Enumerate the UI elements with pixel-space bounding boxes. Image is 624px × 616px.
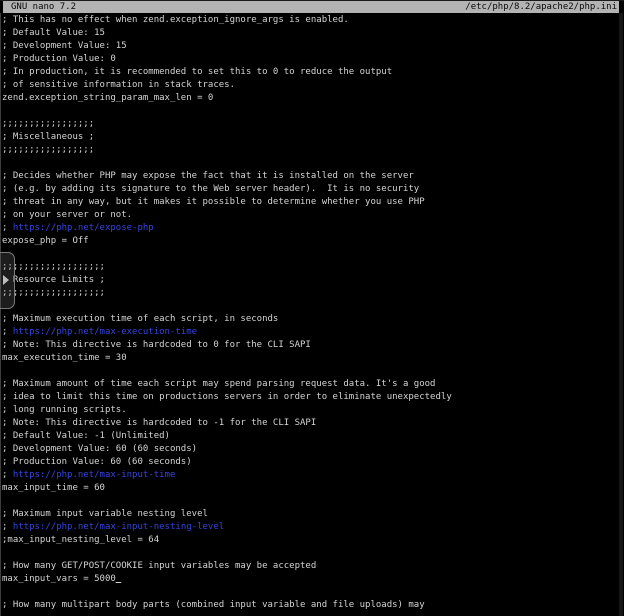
line-text: ; Resource Limits ; [2,275,105,285]
line-text: ;;;;;;;;;;;;;;;;;;; [2,288,105,298]
line-text: ; long running scripts. [2,405,127,415]
editor-line: ; This has no effect when zend.exception… [2,14,624,27]
comment-prefix: ; [2,470,13,480]
line-text: ; Default Value: 15 [2,28,105,38]
php-doc-link[interactable]: https://php.net/max-input-time [13,470,176,480]
php-doc-link[interactable]: https://php.net/expose-php [13,223,154,233]
line-text: ; Development Value: 15 [2,41,127,51]
editor-line: ; Development Value: 15 [2,40,624,53]
app-version-label: GNU nano 7.2 [11,1,76,13]
line-text: ;;;;;;;;;;;;;;;;;;; [2,262,105,272]
editor-line [2,586,624,599]
line-text: ; How many multipart body parts (combine… [2,600,425,610]
editor-line [2,248,624,261]
file-path-label: /etc/php/8.2/apache2/php.ini [465,1,617,13]
editor-line [2,105,624,118]
line-text: ; In production, it is recommended to se… [2,67,392,77]
line-text: zend.exception_string_param_max_len = 0 [2,93,213,103]
line-text: ; Maximum execution time of each script,… [2,314,278,324]
editor-line: ; Note: This directive is hardcoded to 0… [2,339,624,352]
editor-line: ; Production Value: 60 (60 seconds) [2,456,624,469]
editor-line: ; Maximum amount of time each script may… [2,378,624,391]
line-text: ;;;;;;;;;;;;;;;;; [2,145,94,155]
editor-line: ; https://php.net/max-input-time [2,469,624,482]
editor-line: ; How many GET/POST/COOKIE input variabl… [2,560,624,573]
editor-line: max_input_vars = 5000_ [2,573,624,586]
editor-line: ; Miscellaneous ; [2,131,624,144]
editor-line [2,495,624,508]
line-text: ; Note: This directive is hardcoded to -… [2,418,316,428]
editor-line: ; long running scripts. [2,404,624,417]
line-text: ; on your server or not. [2,210,132,220]
editor-line: ; Maximum input variable nesting level [2,508,624,521]
editor-line: ; https://php.net/expose-php [2,222,624,235]
line-text: ;max_input_nesting_level = 64 [2,535,159,545]
line-text: ; Production Value: 0 [2,54,116,64]
comment-prefix: ; [2,327,13,337]
line-text: ; This has no effect when zend.exception… [2,15,349,25]
editor-line: ; Note: This directive is hardcoded to -… [2,417,624,430]
editor-line: ;;;;;;;;;;;;;;;;; [2,144,624,157]
editor-line: ; threat in any way, but it makes it pos… [2,196,624,209]
line-text: ; Maximum input variable nesting level [2,509,208,519]
text-cursor: _ [116,574,121,584]
editor-line: max_input_time = 60 [2,482,624,495]
editor-line: ; Production Value: 0 [2,53,624,66]
editor-line: ;;;;;;;;;;;;;;;;;;; [2,261,624,274]
line-text: ; Miscellaneous ; [2,132,94,142]
editor-line: zend.exception_string_param_max_len = 0 [2,92,624,105]
editor-lines: ; This has no effect when zend.exception… [2,14,624,612]
editor-line: expose_php = Off [2,235,624,248]
editor-line: ; on your server or not. [2,209,624,222]
editor-line: ; How many multipart body parts (combine… [2,599,624,612]
position-marker-icon [3,275,9,285]
terminal-screen: GNU nano 7.2 /etc/php/8.2/apache2/php.in… [0,0,624,616]
comment-prefix: ; [2,522,13,532]
editor-line: ; In production, it is recommended to se… [2,66,624,79]
nano-titlebar: GNU nano 7.2 /etc/php/8.2/apache2/php.in… [3,1,619,13]
line-text: ; idea to limit this time on productions… [2,392,452,402]
editor-line: ; Default Value: -1 (Unlimited) [2,430,624,443]
line-text: ; Production Value: 60 (60 seconds) [2,457,192,467]
editor-line: ; https://php.net/max-execution-time [2,326,624,339]
editor-line: ; idea to limit this time on productions… [2,391,624,404]
line-text: ; How many GET/POST/COOKIE input variabl… [2,561,316,571]
line-text: expose_php = Off [2,236,89,246]
line-text: ; threat in any way, but it makes it pos… [2,197,425,207]
line-text: max_execution_time = 30 [2,353,127,363]
line-text: max_input_vars = 5000 [2,574,116,584]
scrollbar-track [619,13,623,616]
editor-line [2,157,624,170]
line-text: ; Default Value: -1 (Unlimited) [2,431,170,441]
editor-line: ; (e.g. by adding its signature to the W… [2,183,624,196]
editor-line: max_execution_time = 30 [2,352,624,365]
editor-line: ; Maximum execution time of each script,… [2,313,624,326]
line-text: ; Decides whether PHP may expose the fac… [2,171,414,181]
comment-prefix: ; [2,223,13,233]
editor-line: ;max_input_nesting_level = 64 [2,534,624,547]
line-text: ; Note: This directive is hardcoded to 0… [2,340,311,350]
editor-line [2,300,624,313]
editor-line: ; Resource Limits ; [2,274,624,287]
line-text: ; Maximum amount of time each script may… [2,379,435,389]
editor-line: ; Decides whether PHP may expose the fac… [2,170,624,183]
editor-line: ; https://php.net/max-input-nesting-leve… [2,521,624,534]
scroll-position-indicator [0,252,15,309]
editor-line: ;;;;;;;;;;;;;;;;; [2,118,624,131]
line-text: ; of sensitive information in stack trac… [2,80,235,90]
line-text: max_input_time = 60 [2,483,105,493]
editor-line: ; Default Value: 15 [2,27,624,40]
editor-line: ; Development Value: 60 (60 seconds) [2,443,624,456]
editor-line: ; of sensitive information in stack trac… [2,79,624,92]
editor-line [2,365,624,378]
line-text: ; Development Value: 60 (60 seconds) [2,444,197,454]
editor-line [2,547,624,560]
window-edge-left [0,13,1,616]
php-doc-link[interactable]: https://php.net/max-input-nesting-level [13,522,224,532]
line-text: ;;;;;;;;;;;;;;;;; [2,119,94,129]
line-text: ; (e.g. by adding its signature to the W… [2,184,419,194]
php-doc-link[interactable]: https://php.net/max-execution-time [13,327,197,337]
editor-line: ;;;;;;;;;;;;;;;;;;; [2,287,624,300]
editor-text-area[interactable]: ; This has no effect when zend.exception… [2,14,624,616]
